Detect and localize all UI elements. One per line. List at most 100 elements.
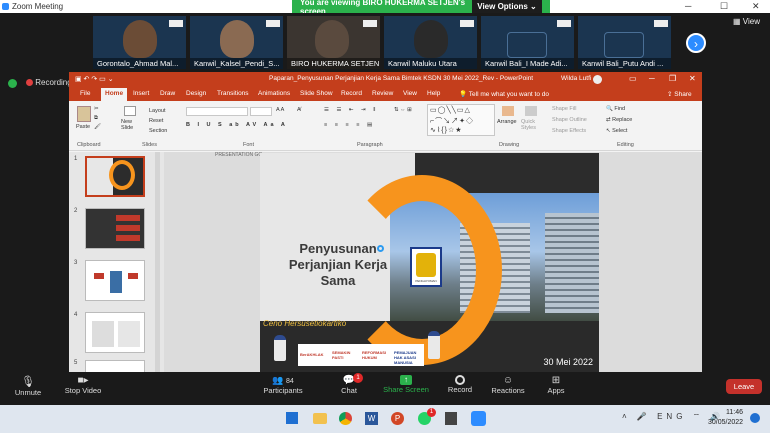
chrome-icon[interactable] [339, 412, 352, 425]
ribbon-display-icon[interactable]: ▭ [629, 74, 637, 83]
thumb-ring-icon [109, 160, 135, 190]
view-button[interactable]: ▦ View [733, 17, 760, 26]
new-slide-button[interactable]: New Slide [121, 119, 141, 131]
tab-insert[interactable]: Insert [133, 90, 149, 97]
participants-button[interactable]: 👥 84 Participants [262, 375, 304, 395]
record-button[interactable]: Record [446, 375, 474, 394]
participant-tile[interactable]: Gorontalo_Ahmad Mal... [93, 16, 186, 69]
align-icons[interactable]: ≡ ≡ ≡ ≡ ▤ [324, 122, 375, 128]
close-icon[interactable]: ✕ [689, 74, 696, 83]
font-grow-icon[interactable]: A A [276, 107, 284, 113]
slide-thumbnail[interactable] [85, 208, 145, 249]
tab-design[interactable]: Design [186, 90, 206, 97]
powerpoint-icon[interactable]: P [391, 412, 404, 425]
user-name[interactable]: Wilda Lutfi [561, 75, 591, 82]
clock-date[interactable]: 30/05/2022 [708, 419, 743, 426]
shield-icon[interactable] [8, 79, 17, 88]
tab-slide-show[interactable]: Slide Show [300, 90, 333, 97]
tab-review[interactable]: Review [372, 90, 393, 97]
paste-button[interactable]: Paste [76, 124, 90, 130]
tell-me-search[interactable]: 💡 Tell me what you want to do [459, 90, 549, 98]
participant-name: Gorontalo_Ahmad Mal... [93, 58, 186, 69]
zoom-app-icon[interactable] [471, 411, 486, 426]
participant-tile[interactable]: Kanwil Maluku Utara [384, 16, 477, 69]
font-style-buttons[interactable]: B I U S ab AV Aa A [186, 122, 288, 128]
reactions-button[interactable]: ☺ Reactions [490, 375, 526, 395]
list-icons[interactable]: ☰ ☰ ⇤ ⇥ ‖ [324, 107, 378, 113]
paste-icon[interactable] [77, 106, 91, 122]
recording-indicator[interactable]: Recording [26, 78, 72, 87]
restore-icon[interactable]: ❐ [669, 74, 676, 83]
word-icon[interactable]: W [365, 412, 378, 425]
current-slide[interactable]: PENGAYOMAN Penyusunan Perjanjian Kerja S… [260, 153, 599, 372]
tab-home[interactable]: Home [101, 88, 128, 101]
font-name-field[interactable] [186, 107, 248, 116]
clear-format-icon[interactable]: A̸ [297, 107, 301, 113]
autosave-icon[interactable]: ▣ ↶ ↷ ▭ ⌄ [75, 75, 114, 83]
unmute-button[interactable]: 🎙 Unmute [12, 375, 44, 397]
minimize-icon[interactable]: ─ [685, 1, 691, 11]
participant-tile[interactable]: Kanwil Bali_I Made Adi... [481, 16, 574, 69]
close-icon[interactable]: ✕ [752, 1, 760, 12]
tab-help[interactable]: Help [427, 90, 440, 97]
start-icon[interactable] [286, 412, 298, 424]
logo-semakin-pasti: SEMAKIN PASTI [332, 350, 351, 360]
maximize-icon[interactable]: ☐ [720, 1, 728, 12]
section-button[interactable]: Section [149, 128, 167, 134]
thumbnails-scrollbar[interactable] [155, 152, 160, 372]
cut-icon[interactable]: ✂ [94, 106, 99, 112]
participant-name: Kanwil Bali_Putu Andi ... [578, 58, 671, 69]
slide-thumbnail[interactable] [85, 260, 145, 301]
arrange-icon[interactable] [502, 106, 514, 116]
slide-thumbnail[interactable] [85, 312, 145, 353]
share-screen-button[interactable]: ↑ Share Screen [381, 375, 431, 394]
share-button[interactable]: ⇪ Share [667, 90, 692, 98]
tell-me-text: Tell me what you want to do [468, 91, 550, 98]
select-button[interactable]: ↖ Select [606, 128, 627, 134]
avatar[interactable] [593, 75, 602, 84]
text-direction-icon[interactable]: ⇅ ⇔ ⊞ [394, 107, 412, 113]
quick-styles-button[interactable]: Quick Styles [521, 119, 543, 131]
find-button[interactable]: 🔍 Find [606, 106, 625, 112]
tab-animations[interactable]: Animations [258, 90, 290, 97]
leave-button[interactable]: Leave [726, 379, 762, 394]
tab-transitions[interactable]: Transitions [217, 90, 249, 97]
video-camera-icon: ■▸ [77, 375, 89, 386]
notifications-icon[interactable] [750, 413, 760, 423]
shape-fill-button[interactable]: Shape Fill [552, 106, 576, 112]
view-options-button[interactable]: View Options ⌄ [472, 0, 542, 13]
shape-effects-button[interactable]: Shape Effects [552, 128, 586, 134]
logo-reformasi-hukum: REFORMASI HUKUM [362, 350, 386, 360]
calculator-icon[interactable] [445, 412, 457, 425]
font-size-field[interactable] [250, 107, 272, 116]
replace-button[interactable]: ⇄ Replace [606, 117, 632, 123]
arrange-button[interactable]: Arrange [497, 119, 517, 125]
chat-button[interactable]: 💬 Chat 1 [335, 373, 363, 395]
mic-muted-icon: 🎙 [21, 376, 35, 388]
file-explorer-icon[interactable] [313, 413, 327, 424]
shape-outline-button[interactable]: Shape Outline [552, 117, 587, 123]
participant-tile[interactable]: Kanwil Bali_Putu Andi ... [578, 16, 671, 69]
tab-draw[interactable]: Draw [160, 90, 175, 97]
new-slide-icon[interactable] [124, 106, 136, 116]
tab-record[interactable]: Record [341, 90, 362, 97]
participant-tile[interactable]: Kanwil_Kalsel_Pendi_S... [190, 16, 283, 69]
layout-button[interactable]: Layout [149, 108, 166, 114]
minimize-icon[interactable]: ─ [649, 74, 655, 83]
quick-styles-icon[interactable] [525, 106, 537, 116]
select-label: Select [612, 128, 628, 134]
format-painter-icon[interactable]: 🖌 [94, 124, 101, 130]
tab-view[interactable]: View [403, 90, 417, 97]
participant-tile[interactable]: BIRO HUKERMA SETJEN [287, 16, 380, 69]
apps-button[interactable]: ⊞ Apps [544, 375, 568, 395]
tab-file[interactable]: File [80, 90, 90, 97]
slide-thumbnail[interactable] [85, 360, 145, 372]
copy-icon[interactable]: ⧉ [94, 115, 98, 122]
clock-time[interactable]: 11:46 [726, 409, 743, 416]
stop-video-button[interactable]: ■▸ Stop Video [62, 375, 104, 395]
slide-thumbnail[interactable] [85, 156, 145, 197]
next-page-button[interactable]: › [686, 33, 706, 53]
find-label: Find [614, 106, 626, 112]
reset-button[interactable]: Reset [149, 118, 163, 124]
slide-thumbnails-pane[interactable]: 1 2 3 4 5 [69, 152, 164, 372]
